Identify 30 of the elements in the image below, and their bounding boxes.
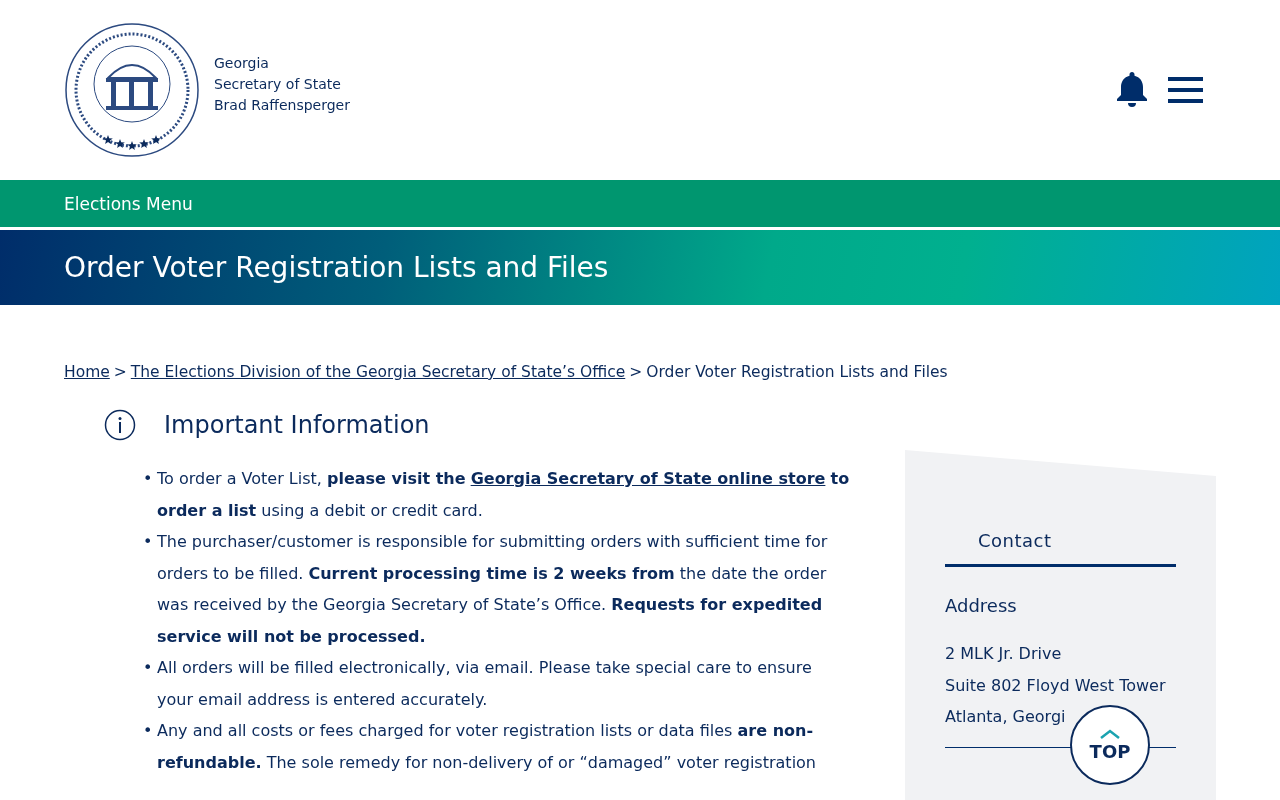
bell-icon[interactable]	[1116, 72, 1148, 108]
bullet: •	[143, 657, 154, 679]
list-item: The purchaser/customer is responsible for submitting orders with sufficient time for orders to be filled. Current processing time is 2 weeks from the date the order was received by the Georgia Secretary of State’s Office. Requests for expedited service will not be processed.	[157, 531, 829, 648]
caret-icon	[1100, 728, 1120, 739]
info-icon	[104, 409, 136, 441]
list-item: To order a Voter List, please visit the Georgia Secretary of State online store to order a list using a debit or credit card.	[157, 468, 851, 522]
address-line: Atlanta, Georgi	[945, 706, 1067, 728]
list-item: Any and all costs or fees charged for voter registration lists or data files are non-refundable. The sole remedy for non-delivery of or “damaged” voter registration	[157, 720, 817, 774]
logo-text: Georgia	[214, 53, 270, 73]
menu-button[interactable]	[1168, 77, 1203, 103]
bullet: •	[143, 720, 154, 742]
page-title: Order Voter Registration Lists and Files	[64, 251, 609, 284]
store-link[interactable]: Georgia Secretary of State online store	[470, 469, 826, 488]
list-item: All orders will be filled electronically, via email. Please take special care to ensure your email address is entered accurately.	[157, 657, 813, 711]
address-line: 2 MLK Jr. Drive	[945, 643, 1063, 665]
address-line: Suite 802 Floyd West Tower	[945, 674, 1167, 697]
address-label: Address	[945, 595, 1018, 616]
bullet: •	[143, 468, 154, 490]
breadcrumb-separator: >	[629, 363, 643, 381]
logo-text: Brad Raffensperger	[214, 95, 350, 115]
contact-heading: Contact	[945, 530, 1176, 567]
breadcrumb-current: Order Voter Registration Lists and Files	[646, 363, 948, 381]
seal-logo[interactable]	[64, 22, 200, 158]
breadcrumb-link[interactable]: The Elections Division of the Georgia Secretary of State’s Office	[130, 363, 626, 381]
bullet: •	[143, 531, 154, 553]
breadcrumb-separator: >	[113, 363, 127, 381]
logo-text: Secretary of State	[214, 74, 342, 94]
breadcrumb-link[interactable]: Home	[64, 363, 110, 381]
section-heading: Important Information	[164, 411, 430, 439]
elections-menu-link[interactable]: Elections Menu	[64, 193, 193, 214]
